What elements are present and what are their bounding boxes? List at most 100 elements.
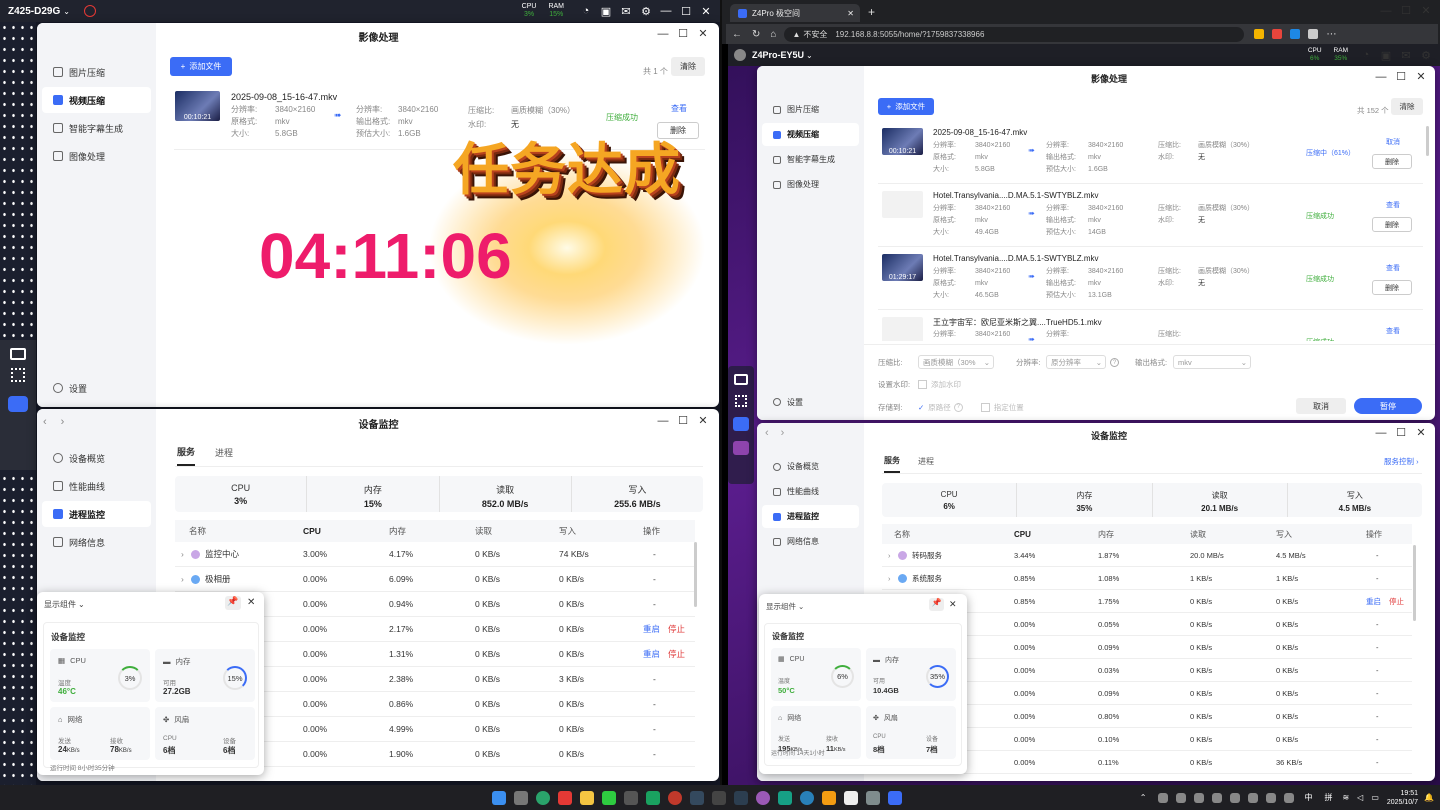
sidebar-item-image-process[interactable]: 图像处理 (762, 173, 859, 196)
col-write[interactable]: 写入 (559, 525, 643, 537)
expand-chevron-icon[interactable]: › (888, 551, 898, 560)
pause-button[interactable]: 暂停 (1354, 398, 1422, 414)
col-mem[interactable]: 内存 (1098, 529, 1190, 540)
add-file-button[interactable]: + 添加文件 (878, 98, 934, 115)
start-icon[interactable] (492, 790, 506, 805)
minimize-icon[interactable]: — (1376, 5, 1396, 17)
tray-icon[interactable] (1284, 792, 1295, 803)
col-cpu[interactable]: CPU (1014, 530, 1098, 539)
back-icon[interactable]: ‹ (43, 416, 47, 428)
close-icon[interactable]: ✕ (247, 597, 255, 608)
expand-chevron-icon[interactable]: › (181, 549, 191, 559)
col-read[interactable]: 读取 (475, 525, 559, 537)
check-icon[interactable]: ✓ (918, 403, 924, 412)
video-thumbnail[interactable] (882, 191, 923, 218)
clear-button[interactable]: 清除 (1391, 98, 1423, 115)
back-icon[interactable]: ‹ (765, 427, 769, 439)
reload-icon[interactable]: ↻ (752, 29, 760, 40)
gear-icon[interactable]: ⚙ (636, 5, 656, 18)
sidebar-item-process[interactable]: 进程监控 (42, 501, 151, 527)
sidebar-item-performance[interactable]: 性能曲线 (42, 473, 151, 499)
expand-chevron-icon[interactable]: › (888, 574, 898, 583)
app-icon[interactable] (778, 790, 792, 805)
app-icon[interactable] (844, 790, 858, 805)
help-icon[interactable]: ? (1110, 357, 1119, 367)
back-icon[interactable]: ← (732, 29, 742, 40)
col-write[interactable]: 写入 (1276, 529, 1366, 540)
sidebar-item-overview[interactable]: 设备概览 (762, 455, 859, 478)
ime-mode[interactable]: 拼 (1324, 792, 1332, 803)
mail-icon[interactable]: ✉ (1396, 49, 1416, 62)
delete-button[interactable]: 删除 (1372, 154, 1412, 169)
delete-button[interactable]: 删除 (1372, 217, 1412, 232)
new-tab-icon[interactable]: + (868, 5, 875, 19)
wifi-icon[interactable]: ≋ (1342, 793, 1349, 802)
col-name[interactable]: 名称 (882, 529, 1014, 540)
apps-grid-icon[interactable] (11, 368, 25, 382)
explorer-icon[interactable] (822, 790, 836, 805)
terminal-icon[interactable] (734, 790, 748, 805)
delete-button[interactable]: 删除 (1372, 280, 1412, 295)
maximize-icon[interactable]: ☐ (676, 5, 696, 18)
monitor-icon[interactable] (10, 348, 26, 360)
maximize-icon[interactable]: ☐ (673, 414, 693, 427)
tab-services[interactable]: 服务 (884, 455, 900, 473)
tray-icon[interactable] (1194, 792, 1205, 803)
sidebar-item-image-compress[interactable]: 图片压缩 (762, 98, 859, 121)
monitor-app-icon[interactable] (733, 417, 749, 431)
tab-services[interactable]: 服务 (177, 445, 196, 466)
minimize-icon[interactable]: — (1371, 71, 1391, 83)
tray-icon[interactable] (1176, 792, 1187, 803)
forward-icon[interactable]: › (781, 427, 785, 439)
restart-link[interactable]: 重启 (643, 623, 660, 635)
device-name[interactable]: Z4Pro-EY5U (752, 50, 804, 60)
app-icon[interactable] (866, 790, 880, 805)
video-thumbnail[interactable]: 00:10:21 (882, 128, 923, 155)
tray-icon[interactable] (1230, 792, 1241, 803)
clock[interactable]: 19:51 2025/10/7 (1387, 789, 1418, 807)
tray-icon[interactable] (1266, 792, 1277, 803)
table-row[interactable]: › 极相册 0.00% 6.09% 0 KB/s 0 KB/s - (175, 567, 695, 592)
tab-processes[interactable]: 进程 (918, 456, 934, 472)
format-select[interactable]: mkv ⌄ (1173, 355, 1251, 369)
scrollbar[interactable] (694, 542, 697, 607)
expand-chevron-icon[interactable]: › (181, 574, 191, 584)
forward-icon[interactable]: › (61, 416, 65, 428)
tray-icon[interactable] (1248, 792, 1259, 803)
close-icon[interactable]: ✕ (1411, 70, 1431, 83)
scrollbar[interactable] (1413, 545, 1416, 621)
address-bar[interactable]: ▲ 不安全 192.168.8.8:5055/home/?175983733896… (784, 26, 1245, 42)
video-thumbnail[interactable]: 01:29:17 (882, 254, 923, 281)
watermark-checkbox[interactable] (918, 380, 927, 389)
maximize-icon[interactable]: ☐ (673, 27, 693, 40)
edge-icon[interactable] (800, 790, 814, 805)
custom-path-checkbox[interactable] (980, 403, 990, 412)
globe-icon[interactable] (83, 5, 96, 17)
sidebar-item-network[interactable]: 网络信息 (762, 530, 859, 553)
sidebar-item-performance[interactable]: 性能曲线 (762, 480, 859, 503)
minimize-icon[interactable]: — (656, 5, 676, 17)
close-icon[interactable]: ✕ (1411, 426, 1431, 439)
folder-icon[interactable] (580, 790, 594, 805)
table-row[interactable]: › 监控中心 3.00% 4.17% 0 KB/s 74 KB/s - (175, 542, 695, 567)
close-icon[interactable]: ✕ (1416, 4, 1436, 17)
app-icon[interactable] (514, 790, 528, 805)
app-icon[interactable] (712, 790, 726, 805)
chevron-down-icon[interactable]: ⌄ (63, 7, 70, 16)
sidebar-item-subtitle[interactable]: 智能字幕生成 (762, 148, 859, 171)
maximize-icon[interactable]: ☐ (1391, 70, 1411, 83)
extension-icon[interactable] (1308, 29, 1319, 39)
speed-icon[interactable]: ◔ (576, 5, 596, 17)
help-icon[interactable]: ? (953, 403, 963, 412)
restart-link[interactable]: 重启 (1366, 596, 1381, 607)
steam-icon[interactable] (690, 790, 704, 805)
widget-header[interactable]: 显示组件 ⌄ (44, 599, 85, 610)
apps-grid-icon[interactable] (735, 395, 747, 407)
table-row[interactable]: › 系统服务 0.85% 1.08% 1 KB/s 1 KB/s - (882, 567, 1412, 590)
resolution-select[interactable]: 原分辨率 ⌄ (1046, 355, 1106, 369)
minimize-icon[interactable]: — (653, 28, 673, 40)
close-tab-icon[interactable]: ✕ (847, 9, 854, 18)
battery-icon[interactable]: ▭ (1371, 793, 1379, 802)
zspace-icon[interactable] (888, 790, 902, 805)
wechat-icon[interactable] (602, 790, 616, 805)
